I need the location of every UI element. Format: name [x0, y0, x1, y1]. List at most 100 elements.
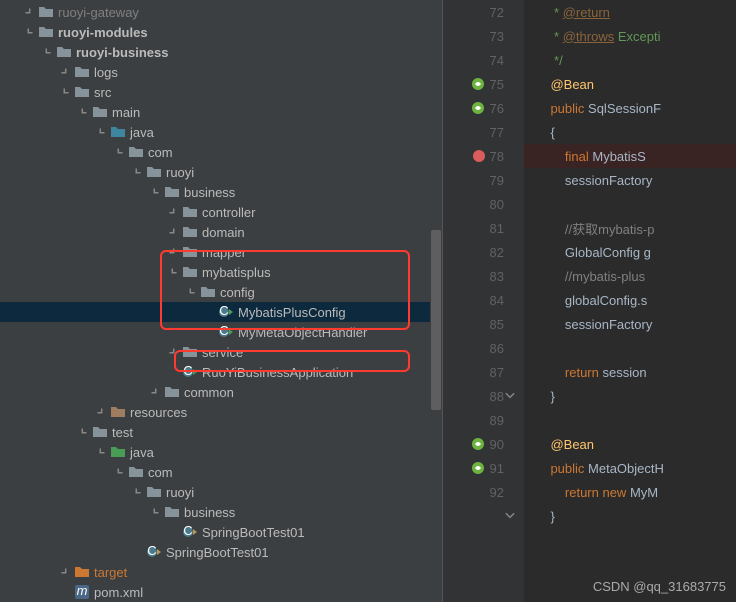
spring-bean-icon[interactable]: [471, 437, 485, 451]
spring-bean-icon[interactable]: [471, 101, 485, 115]
gutter-line[interactable]: 85: [443, 312, 524, 336]
gutter-line[interactable]: 81: [443, 216, 524, 240]
project-tree[interactable]: ruoyi-gatewayruoyi-modulesruoyi-business…: [0, 0, 442, 602]
gutter-line[interactable]: 72: [443, 0, 524, 24]
tree-arrow-icon[interactable]: [168, 347, 178, 357]
gutter-line[interactable]: 91: [443, 456, 524, 480]
tree-arrow-icon[interactable]: [60, 567, 70, 577]
gutter-line[interactable]: 80: [443, 192, 524, 216]
tree-item-java[interactable]: java: [0, 122, 442, 142]
code-line[interactable]: //获取mybatis-p: [524, 216, 736, 240]
tree-arrow-icon[interactable]: [60, 87, 70, 97]
tree-item-ruoyi-modules[interactable]: ruoyi-modules: [0, 22, 442, 42]
gutter-line[interactable]: 79: [443, 168, 524, 192]
tree-arrow-icon[interactable]: [114, 467, 124, 477]
code-line[interactable]: @Bean: [524, 72, 736, 96]
code-line[interactable]: GlobalConfig g: [524, 240, 736, 264]
tree-arrow-icon[interactable]: [78, 427, 88, 437]
tree-arrow-icon[interactable]: [168, 247, 178, 257]
tree-arrow-icon[interactable]: [42, 47, 52, 57]
tree-arrow-icon[interactable]: [96, 127, 106, 137]
gutter-line[interactable]: 77: [443, 120, 524, 144]
gutter-line[interactable]: 75: [443, 72, 524, 96]
tree-item-common[interactable]: common: [0, 382, 442, 402]
gutter-line[interactable]: 92: [443, 480, 524, 504]
gutter-line[interactable]: 76: [443, 96, 524, 120]
tree-arrow-icon[interactable]: [132, 487, 142, 497]
tree-item-domain[interactable]: domain: [0, 222, 442, 242]
tree-item-pom-xml[interactable]: mpom.xml: [0, 582, 442, 602]
code-line[interactable]: sessionFactory: [524, 168, 736, 192]
tree-item-ruoyibusinessapplication[interactable]: CRuoYiBusinessApplication: [0, 362, 442, 382]
code-line[interactable]: return session: [524, 360, 736, 384]
tree-item-logs[interactable]: logs: [0, 62, 442, 82]
code-line[interactable]: final MybatisS: [524, 144, 736, 168]
code-line[interactable]: }: [524, 384, 736, 408]
gutter-line[interactable]: 78: [443, 144, 524, 168]
gutter-line[interactable]: 74: [443, 48, 524, 72]
gutter-line[interactable]: [443, 528, 524, 552]
tree-arrow-icon[interactable]: [114, 147, 124, 157]
code-line[interactable]: {: [524, 120, 736, 144]
tree-arrow-icon[interactable]: [168, 207, 178, 217]
spring-bean-icon[interactable]: [471, 461, 485, 475]
code-editor[interactable]: * @return * @throws Excepti */ @Bean pub…: [524, 0, 736, 602]
gutter-line[interactable]: 82: [443, 240, 524, 264]
gutter-line[interactable]: 87: [443, 360, 524, 384]
tree-item-mybatisplusconfig[interactable]: CMybatisPlusConfig: [0, 302, 442, 322]
spring-bean-icon[interactable]: [471, 77, 485, 91]
gutter-line[interactable]: [443, 504, 524, 528]
tree-arrow-icon[interactable]: [24, 7, 34, 17]
tree-item-ruoyi-gateway[interactable]: ruoyi-gateway: [0, 2, 442, 22]
tree-item-src[interactable]: src: [0, 82, 442, 102]
tree-item-target[interactable]: target: [0, 562, 442, 582]
code-line[interactable]: [524, 408, 736, 432]
code-line[interactable]: */: [524, 48, 736, 72]
gutter-line[interactable]: 84: [443, 288, 524, 312]
tree-item-mymetaobjecthandler[interactable]: CMyMetaObjectHandler: [0, 322, 442, 342]
tree-item-test[interactable]: test: [0, 422, 442, 442]
tree-item-ruoyi-business[interactable]: ruoyi-business: [0, 42, 442, 62]
tree-arrow-icon[interactable]: [168, 267, 178, 277]
tree-item-service[interactable]: service: [0, 342, 442, 362]
fold-icon[interactable]: [503, 509, 517, 523]
code-line[interactable]: * @return: [524, 0, 736, 24]
breakpoint-icon[interactable]: [473, 150, 485, 162]
tree-arrow-icon[interactable]: [150, 387, 160, 397]
tree-scrollbar[interactable]: [430, 0, 442, 602]
tree-item-ruoyi[interactable]: ruoyi: [0, 162, 442, 182]
fold-icon[interactable]: [503, 389, 517, 403]
tree-item-controller[interactable]: controller: [0, 202, 442, 222]
tree-item-ruoyi[interactable]: ruoyi: [0, 482, 442, 502]
tree-item-resources[interactable]: resources: [0, 402, 442, 422]
gutter-line[interactable]: 90: [443, 432, 524, 456]
tree-arrow-icon[interactable]: [132, 167, 142, 177]
code-line[interactable]: public MetaObjectH: [524, 456, 736, 480]
code-line[interactable]: }: [524, 504, 736, 528]
tree-item-java[interactable]: java: [0, 442, 442, 462]
code-line[interactable]: globalConfig.s: [524, 288, 736, 312]
tree-item-config[interactable]: config: [0, 282, 442, 302]
tree-arrow-icon[interactable]: [150, 507, 160, 517]
tree-item-business[interactable]: business: [0, 502, 442, 522]
code-line[interactable]: * @throws Excepti: [524, 24, 736, 48]
code-line[interactable]: sessionFactory: [524, 312, 736, 336]
code-line[interactable]: @Bean: [524, 432, 736, 456]
tree-arrow-icon[interactable]: [96, 447, 106, 457]
code-line[interactable]: [524, 192, 736, 216]
tree-item-springboottest01[interactable]: CSpringBootTest01: [0, 522, 442, 542]
gutter-line[interactable]: 73: [443, 24, 524, 48]
tree-arrow-icon[interactable]: [186, 287, 196, 297]
tree-item-mybatisplus[interactable]: mybatisplus: [0, 262, 442, 282]
code-line[interactable]: return new MyM: [524, 480, 736, 504]
tree-arrow-icon[interactable]: [78, 107, 88, 117]
code-line[interactable]: //mybatis-plus: [524, 264, 736, 288]
tree-item-springboottest01[interactable]: CSpringBootTest01: [0, 542, 442, 562]
tree-item-com[interactable]: com: [0, 142, 442, 162]
gutter-line[interactable]: 88: [443, 384, 524, 408]
tree-item-com[interactable]: com: [0, 462, 442, 482]
gutter-line[interactable]: 86: [443, 336, 524, 360]
tree-arrow-icon[interactable]: [168, 227, 178, 237]
tree-item-mapper[interactable]: mapper: [0, 242, 442, 262]
code-line[interactable]: public SqlSessionF: [524, 96, 736, 120]
